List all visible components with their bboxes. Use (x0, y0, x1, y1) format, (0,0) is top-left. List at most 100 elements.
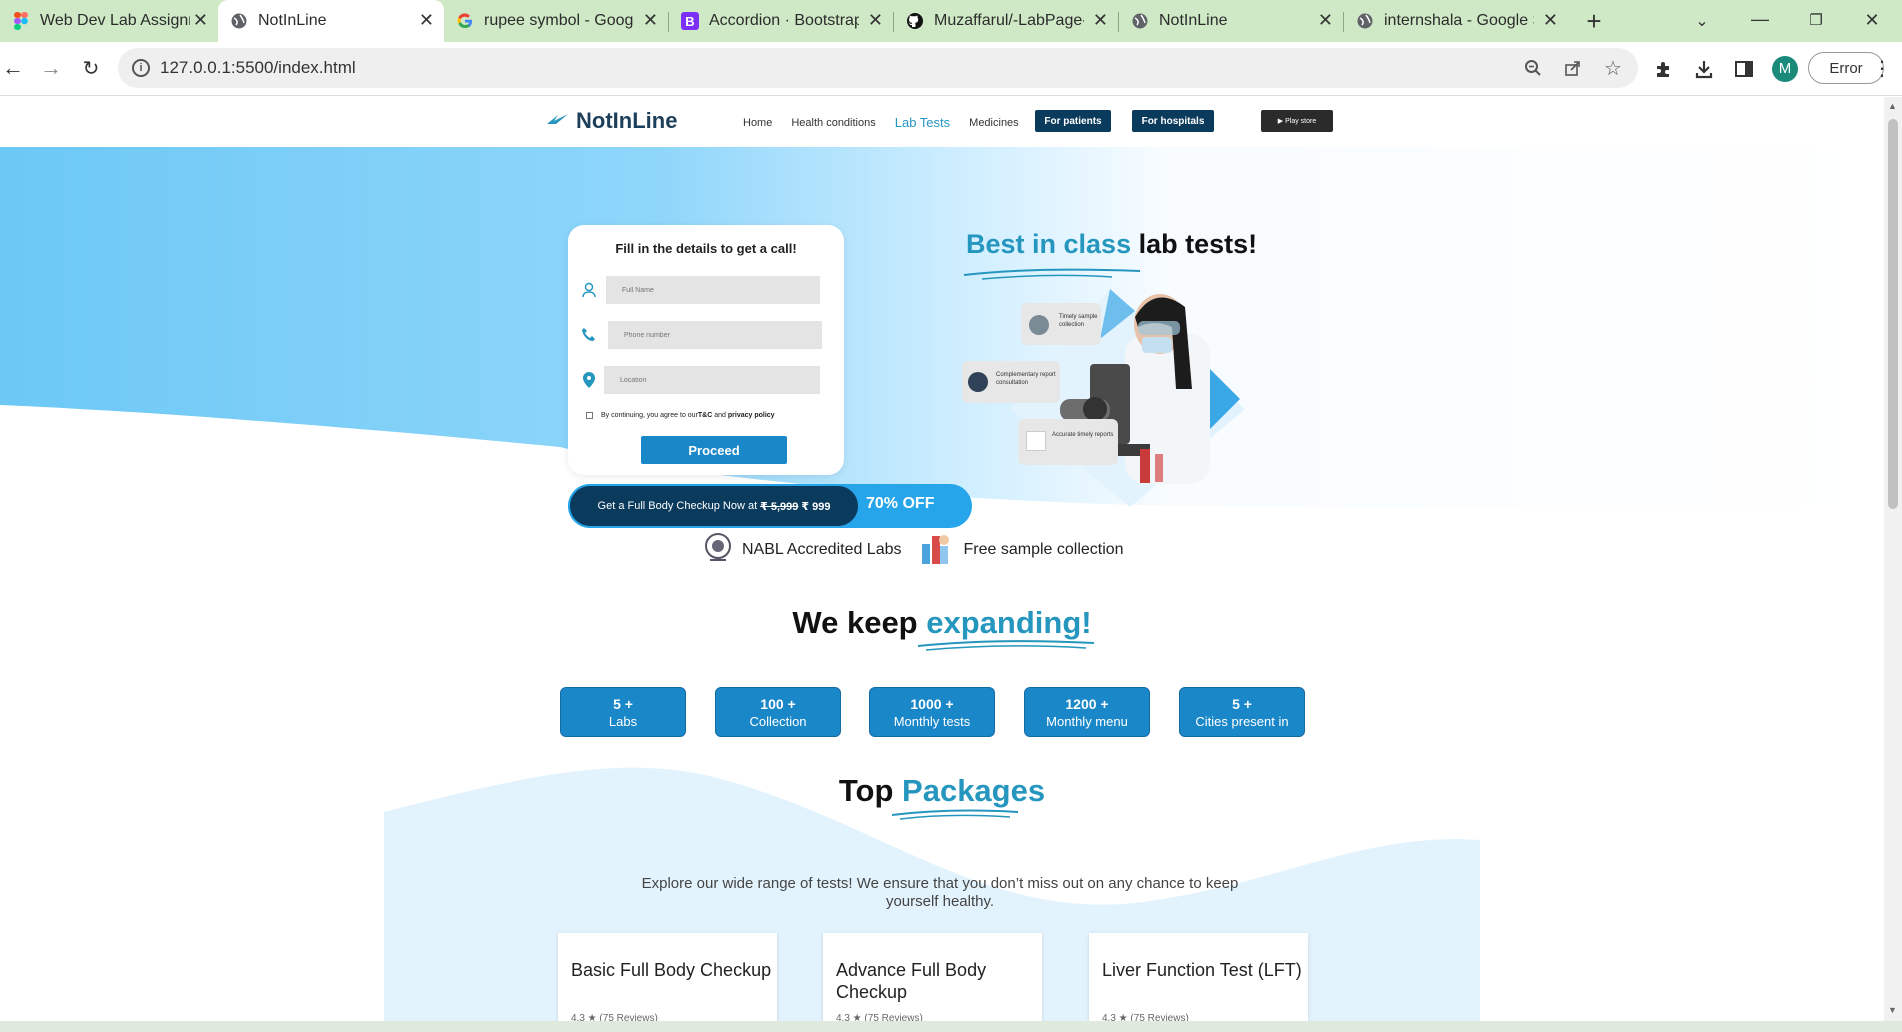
offer-banner[interactable]: Get a Full Body Checkup Now at ₹ 5,999 ₹… (568, 484, 972, 528)
browser-toolbar: ← → ↻ i 127.0.0.1:5500/index.html ☆ M Er… (0, 42, 1902, 96)
site-nav-links: Home Health conditions Lab Tests Medicin… (743, 115, 1038, 130)
packages-prefix: Top (838, 773, 903, 808)
nav-medicines[interactable]: Medicines (969, 117, 1019, 129)
minimize-icon[interactable]: — (1748, 7, 1772, 31)
stat-label: Labs (608, 714, 638, 729)
tab-notinline-active[interactable]: NotInLine ✕ (218, 0, 444, 42)
page-scrollbar[interactable]: ▲ ▼ (1884, 97, 1902, 1021)
tab-strip: Web Dev Lab Assignm ✕ NotInLine ✕ rupee … (0, 0, 1902, 42)
for-patients-button[interactable]: For patients (1035, 110, 1111, 132)
tab-github-labpage[interactable]: Muzaffarul/-LabPage- ✕ (894, 0, 1118, 42)
callback-form: Fill in the details to get a call! By co… (568, 225, 844, 475)
proceed-button[interactable]: Proceed (641, 436, 787, 464)
package-card[interactable]: Basic Full Body Checkup 4.3 ★ (75 Review… (558, 933, 777, 1021)
packages-highlight: Packages (902, 773, 1046, 808)
full-name-input[interactable] (606, 276, 820, 304)
stat-cities: 5 + Cities present in (1179, 687, 1305, 737)
hero-section: Fill in the details to get a call! By co… (0, 147, 1884, 528)
hero-background (0, 147, 1884, 507)
close-icon[interactable]: ✕ (643, 11, 658, 29)
phone-number-input[interactable] (608, 321, 822, 349)
stat-label: Monthly tests (893, 714, 971, 729)
nav-lab-tests[interactable]: Lab Tests (895, 115, 950, 130)
tab-web-dev-lab[interactable]: Web Dev Lab Assignm ✕ (0, 0, 218, 42)
package-rating: 4.3 ★ (75 Reviews) (836, 1013, 923, 1021)
forward-icon[interactable]: → (38, 55, 64, 81)
for-hospitals-button[interactable]: For hospitals (1132, 110, 1214, 132)
close-icon[interactable]: ✕ (1543, 11, 1558, 29)
packages-underline (891, 809, 1019, 820)
stat-labs: 5 + Labs (560, 687, 686, 737)
stat-label: Monthly menu (1046, 714, 1128, 729)
profile-avatar[interactable]: M (1772, 56, 1798, 82)
badge-timely-sample: Timely sample collection (1021, 303, 1101, 345)
side-panel-icon[interactable] (1732, 57, 1756, 81)
scrollbar-thumb[interactable] (1888, 119, 1898, 509)
scroll-down-arrow-icon[interactable]: ▼ (1888, 1005, 1897, 1015)
stat-monthly-menu: 1200 + Monthly menu (1024, 687, 1150, 737)
extensions-icon[interactable] (1652, 57, 1676, 81)
stat-value: 5 + (613, 696, 633, 712)
expanding-prefix: We keep (792, 605, 927, 640)
github-icon (906, 12, 924, 30)
terms-and: and (712, 412, 728, 419)
location-input[interactable] (604, 366, 820, 394)
package-rating: 4.3 ★ (75 Reviews) (571, 1013, 658, 1021)
tab-title: NotInLine (1159, 12, 1228, 29)
tab-search-chevron-icon[interactable]: ⌄ (1690, 9, 1714, 33)
back-icon[interactable]: ← (0, 55, 26, 81)
logo-text: NotInLine (576, 108, 678, 133)
location-pin-icon (580, 371, 598, 389)
scroll-up-arrow-icon[interactable]: ▲ (1888, 101, 1897, 111)
site-info-icon[interactable]: i (132, 59, 150, 77)
tab-notinline-2[interactable]: NotInLine ✕ (1119, 0, 1343, 42)
url-text[interactable]: 127.0.0.1:5500/index.html (160, 58, 356, 78)
close-icon[interactable]: ✕ (1093, 11, 1108, 29)
package-name: Advance Full Body Checkup (836, 960, 987, 1002)
download-icon[interactable] (1692, 57, 1716, 81)
package-card[interactable]: Liver Function Test (LFT) 4.3 ★ (75 Revi… (1089, 933, 1308, 1021)
stat-value: 1000 + (910, 696, 954, 712)
terms-prefix: By continuing, you agree to our (601, 412, 698, 419)
terms-link[interactable]: T&C (698, 412, 712, 419)
badge-reports-text: Accurate timely reports (1052, 432, 1114, 438)
features-row: NABL Accredited Labs Free sample collect… (704, 530, 1124, 570)
window-close-icon[interactable]: ✕ (1860, 8, 1884, 32)
close-icon[interactable]: ✕ (868, 11, 883, 29)
tab-bootstrap-accordion[interactable]: B Accordion · Bootstrap ✕ (669, 0, 893, 42)
close-icon[interactable]: ✕ (1318, 11, 1333, 29)
tab-rupee-symbol[interactable]: rupee symbol - Goog ✕ (444, 0, 668, 42)
close-icon[interactable]: ✕ (419, 11, 434, 29)
user-icon (580, 281, 598, 299)
new-tab-icon[interactable]: + (1582, 6, 1606, 36)
reload-icon[interactable]: ↻ (78, 55, 104, 81)
tab-title: Muzaffarul/-LabPage- (934, 12, 1084, 29)
offer-text: Get a Full Body Checkup Now at (597, 500, 758, 512)
privacy-policy-link[interactable]: privacy policy (728, 412, 775, 419)
address-bar[interactable]: i 127.0.0.1:5500/index.html ☆ (118, 48, 1638, 88)
globe-icon (1131, 12, 1149, 30)
offer-discount: 70% OFF (866, 495, 935, 512)
web-page: NotInLine Home Health conditions Lab Tes… (0, 97, 1884, 1021)
google-icon (456, 12, 474, 30)
close-icon[interactable]: ✕ (193, 11, 208, 29)
menu-kebab-icon[interactable]: ⋮ (1872, 56, 1892, 81)
terms-checkbox[interactable] (586, 412, 593, 419)
nav-home[interactable]: Home (743, 117, 772, 129)
zoom-icon[interactable] (1522, 57, 1544, 79)
bookmark-star-icon[interactable]: ☆ (1602, 57, 1624, 80)
report-icon (1026, 431, 1046, 451)
form-title: Fill in the details to get a call! (615, 241, 797, 256)
expanding-underline (917, 640, 1095, 651)
site-logo[interactable]: NotInLine (546, 108, 677, 134)
feature-nabl: NABL Accredited Labs (742, 541, 902, 558)
package-card[interactable]: Advance Full Body Checkup 4.3 ★ (75 Revi… (823, 933, 1042, 1021)
share-icon[interactable] (1562, 57, 1584, 79)
stat-label: Collection (749, 714, 807, 729)
nav-health-conditions[interactable]: Health conditions (791, 117, 875, 129)
tab-internshala[interactable]: internshala - Google S ✕ (1344, 0, 1568, 42)
package-name: Liver Function Test (LFT) (1102, 960, 1302, 980)
site-navbar: NotInLine Home Health conditions Lab Tes… (0, 97, 1884, 149)
play-store-button[interactable]: ▶ Play store (1261, 110, 1333, 132)
restore-icon[interactable]: ❐ (1804, 8, 1828, 32)
